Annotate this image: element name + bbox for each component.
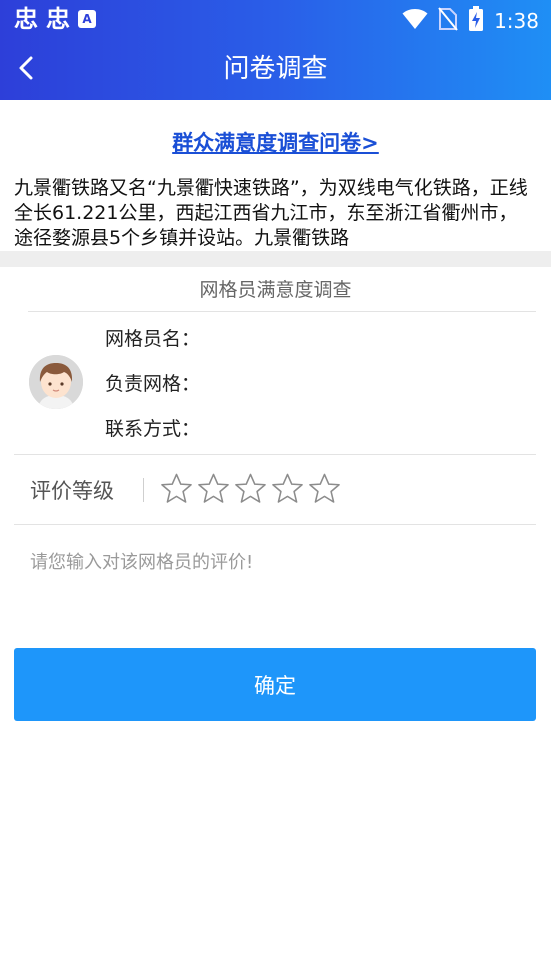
star-icon[interactable] bbox=[160, 472, 193, 506]
notification-glyph: 忠 bbox=[14, 5, 38, 33]
section-divider bbox=[0, 251, 551, 267]
wifi-icon bbox=[402, 8, 428, 34]
rating-label: 评价等级 bbox=[30, 479, 114, 503]
title-bar: 问卷调查 bbox=[0, 38, 551, 100]
avatar-person-icon bbox=[29, 355, 83, 409]
star-icon[interactable] bbox=[197, 472, 230, 506]
confirm-button[interactable]: 确定 bbox=[14, 648, 536, 721]
status-time: 1:38 bbox=[494, 9, 539, 33]
notification-glyph: 忠 bbox=[46, 5, 70, 33]
star-icon[interactable] bbox=[234, 472, 267, 506]
rating-stars bbox=[160, 472, 341, 506]
status-right: 1:38 bbox=[402, 6, 539, 36]
intro-text: 九景衢铁路又名“九景衢快速铁路”，为双线电气化铁路，正线全长61.221公里，西… bbox=[14, 177, 528, 249]
contact-label: 联系方式： bbox=[105, 418, 201, 440]
avatar bbox=[29, 355, 83, 409]
status-left: 忠 忠 A bbox=[14, 6, 96, 32]
page-title: 问卷调查 bbox=[223, 54, 328, 84]
divider-line bbox=[28, 311, 536, 312]
app-badge-icon: A bbox=[78, 10, 96, 28]
status-bar: 忠 忠 A 1:38 bbox=[0, 0, 551, 38]
responsible-grid-label: 负责网格： bbox=[105, 373, 201, 395]
grid-member-name-label: 网格员名： bbox=[105, 328, 201, 350]
app-header: 忠 忠 A 1:38 问卷调查 bbox=[0, 0, 551, 100]
divider-line bbox=[14, 524, 536, 525]
comment-input[interactable] bbox=[14, 540, 536, 620]
battery-charging-icon bbox=[468, 6, 484, 36]
divider-line bbox=[14, 454, 536, 455]
no-sim-icon bbox=[438, 7, 458, 35]
section-title: 网格员满意度调查 bbox=[199, 279, 352, 301]
rating-separator bbox=[143, 478, 144, 502]
star-icon[interactable] bbox=[271, 472, 304, 506]
star-icon[interactable] bbox=[308, 472, 341, 506]
survey-intro-link[interactable]: 群众满意度调查问卷> bbox=[0, 128, 551, 158]
